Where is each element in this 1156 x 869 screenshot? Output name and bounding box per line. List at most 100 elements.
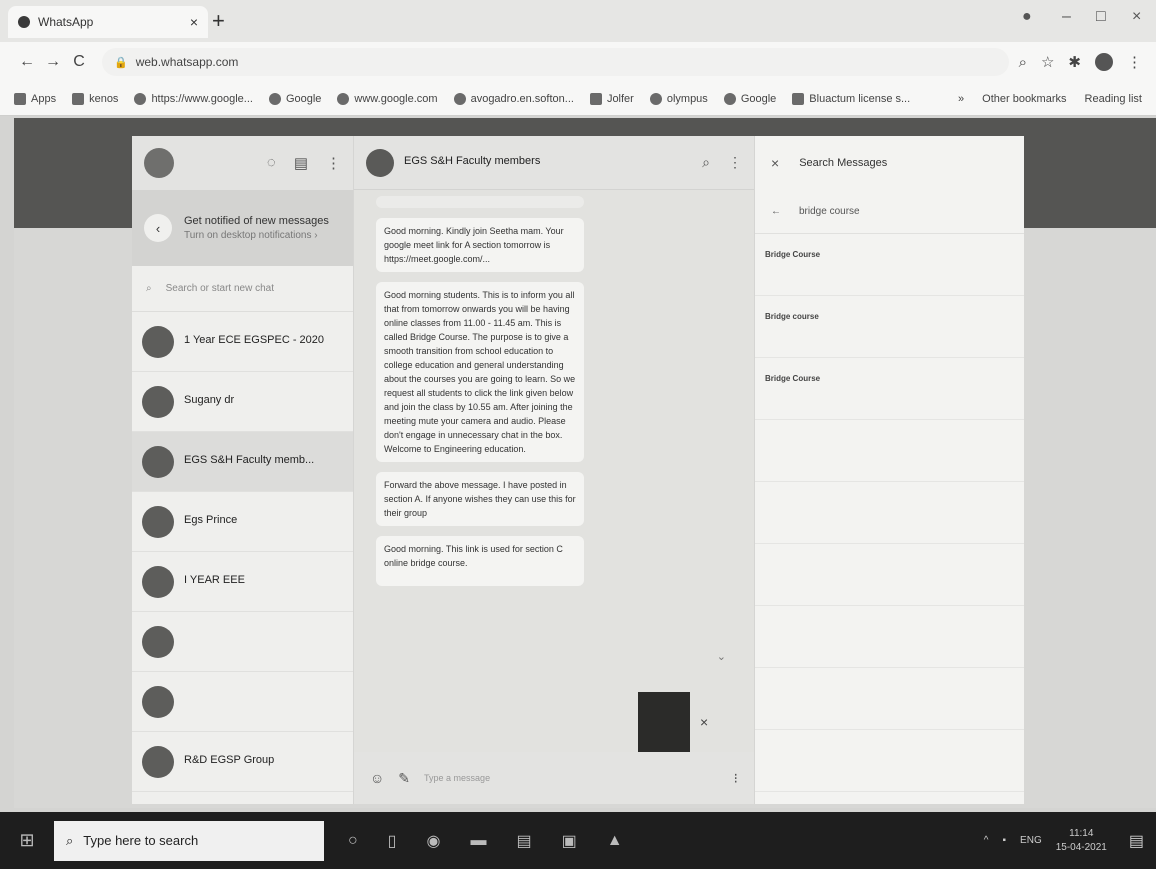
chat-list-item[interactable]: R&D EGSP Group: [132, 732, 353, 792]
search-result[interactable]: [755, 606, 1024, 668]
chat-name: Egs Prince: [184, 514, 238, 526]
attach-icon[interactable]: ✎: [398, 770, 410, 787]
tab-close-icon[interactable]: ×: [190, 14, 198, 30]
network-icon[interactable]: ▪: [1003, 835, 1007, 846]
chat-list-item[interactable]: Sugany dr: [132, 372, 353, 432]
minimize-button[interactable]: –: [1062, 8, 1071, 26]
tray-chevron-icon[interactable]: ^: [984, 835, 989, 846]
google-icon: [337, 92, 350, 105]
extensions-icon[interactable]: ✱: [1068, 53, 1081, 71]
search-result[interactable]: [755, 544, 1024, 606]
back-arrow-icon[interactable]: ←: [771, 206, 781, 217]
result-highlight: Bridge Course: [765, 374, 821, 383]
bookmark-item[interactable]: Google: [268, 92, 322, 105]
action-center-icon[interactable]: ▤: [1129, 831, 1144, 851]
bookmark-item[interactable]: avogadro.en.softon...: [453, 92, 574, 105]
search-result[interactable]: [755, 420, 1024, 482]
message-list: Good morning. Kindly join Seetha mam. Yo…: [354, 190, 754, 750]
bookmark-item[interactable]: olympus: [649, 92, 708, 105]
chat-list-item[interactable]: [132, 672, 353, 732]
bookmark-item[interactable]: Jolfer: [589, 92, 634, 105]
cortana-icon[interactable]: ○: [348, 832, 358, 850]
language-indicator[interactable]: ENG: [1020, 835, 1042, 846]
search-messages-input[interactable]: ← bridge course: [755, 190, 1024, 234]
file-icon[interactable]: ▣: [562, 831, 577, 851]
taskbar-search[interactable]: ⌕ Type here to search: [54, 820, 324, 861]
address-bar[interactable]: 🔒 web.whatsapp.com: [102, 48, 1009, 76]
microphone-icon[interactable]: ⁝: [734, 770, 738, 787]
chrome-icon[interactable]: ◉: [426, 831, 440, 851]
maximize-button[interactable]: □: [1096, 8, 1106, 26]
search-result[interactable]: Bridge Course: [755, 358, 1024, 420]
search-result[interactable]: [755, 668, 1024, 730]
task-view-icon[interactable]: ▯: [388, 831, 397, 851]
chat-list-item[interactable]: Egs Prince: [132, 492, 353, 552]
search-icon[interactable]: ⌕: [1019, 54, 1027, 71]
group-avatar[interactable]: [366, 148, 394, 177]
menu-kebab-icon[interactable]: ⋮: [1127, 53, 1142, 71]
search-result[interactable]: Bridge Course: [755, 234, 1024, 296]
conversation-pane: EGS S&H Faculty members ⌕ ⋮ Good morning…: [354, 136, 754, 804]
close-icon[interactable]: ×: [700, 714, 708, 730]
extension-icon[interactable]: ●: [1022, 8, 1032, 26]
back-button[interactable]: ←: [14, 53, 40, 71]
search-query[interactable]: bridge course: [799, 206, 860, 217]
my-avatar[interactable]: [144, 148, 174, 178]
search-result[interactable]: [755, 482, 1024, 544]
other-bookmarks[interactable]: Other bookmarks: [982, 93, 1066, 105]
result-highlight: Bridge Course: [765, 250, 821, 259]
chat-body: I YEAR EEE: [184, 574, 343, 589]
close-icon[interactable]: ×: [771, 155, 779, 171]
clock[interactable]: 11:14 15-04-2021: [1056, 827, 1107, 855]
bookmark-item[interactable]: https://www.google...: [134, 92, 253, 105]
message-bubble: [376, 196, 584, 208]
menu-kebab-icon[interactable]: ⋮: [326, 154, 341, 172]
search-result[interactable]: [755, 730, 1024, 792]
close-window-button[interactable]: ×: [1132, 8, 1141, 26]
conversation-header[interactable]: EGS S&H Faculty members ⌕ ⋮: [354, 136, 754, 190]
bookmark-item[interactable]: Bluactum license s...: [792, 92, 910, 105]
search-messages-icon[interactable]: ⌕: [702, 154, 710, 171]
chat-list-item[interactable]: EGS S&H Faculty memb...: [132, 432, 353, 492]
page-viewport: ◌ ▤ ⋮ ‹ Get notified of new messages Tur…: [14, 118, 1156, 808]
new-chat-icon[interactable]: ▤: [294, 154, 308, 172]
chat-search[interactable]: ⌕ Search or start new chat: [132, 266, 353, 312]
bookmark-item[interactable]: kenos: [72, 92, 119, 105]
forward-button[interactable]: →: [40, 53, 66, 71]
bookmark-label: Google: [285, 92, 322, 105]
image-thumbnail[interactable]: [638, 692, 690, 758]
notify-link[interactable]: Turn on desktop notifications ›: [184, 230, 329, 241]
chat-avatar: [142, 445, 174, 478]
emoji-icon[interactable]: ☺: [370, 770, 384, 786]
taskbar-search-input[interactable]: Type here to search: [83, 833, 198, 848]
status-icon[interactable]: ◌: [267, 154, 276, 172]
menu-kebab-icon[interactable]: ⋮: [728, 154, 742, 171]
chat-list-item[interactable]: [132, 612, 353, 672]
reload-button[interactable]: C: [66, 53, 92, 71]
photos-icon[interactable]: ▲: [607, 832, 623, 850]
profile-avatar[interactable]: [1095, 53, 1113, 71]
new-tab-button[interactable]: +: [212, 10, 225, 32]
bookmarks-more-button[interactable]: »: [958, 93, 964, 105]
browser-tab[interactable]: WhatsApp ×: [8, 6, 208, 38]
scroll-down-icon[interactable]: ⌄: [717, 650, 726, 663]
message-input[interactable]: Type a message: [424, 773, 720, 783]
windows-start-icon[interactable]: ⊞: [12, 830, 42, 851]
notification-banner[interactable]: ‹ Get notified of new messages Turn on d…: [132, 190, 353, 266]
bookmark-label: kenos: [89, 92, 119, 105]
bookmark-item[interactable]: Google: [723, 92, 776, 105]
store-icon[interactable]: ▤: [516, 831, 531, 851]
search-input[interactable]: Search or start new chat: [166, 283, 274, 294]
reading-list[interactable]: Reading list: [1085, 93, 1142, 105]
bookmark-item[interactable]: www.google.com: [337, 92, 438, 105]
explorer-icon[interactable]: ▬: [470, 832, 486, 850]
chat-name: Sugany dr: [184, 394, 235, 406]
google-icon: [723, 92, 736, 105]
search-result[interactable]: Bridge course: [755, 296, 1024, 358]
chat-list-item[interactable]: I YEAR EEE: [132, 552, 353, 612]
bookmark-item[interactable]: Apps: [14, 92, 56, 105]
bookmark-icon: [589, 92, 602, 105]
chat-list-item[interactable]: 1 Year ECE EGSPEC - 2020: [132, 312, 353, 372]
message-bubble: Good morning. This link is used for sect…: [376, 536, 584, 586]
star-icon[interactable]: ☆: [1041, 53, 1054, 71]
